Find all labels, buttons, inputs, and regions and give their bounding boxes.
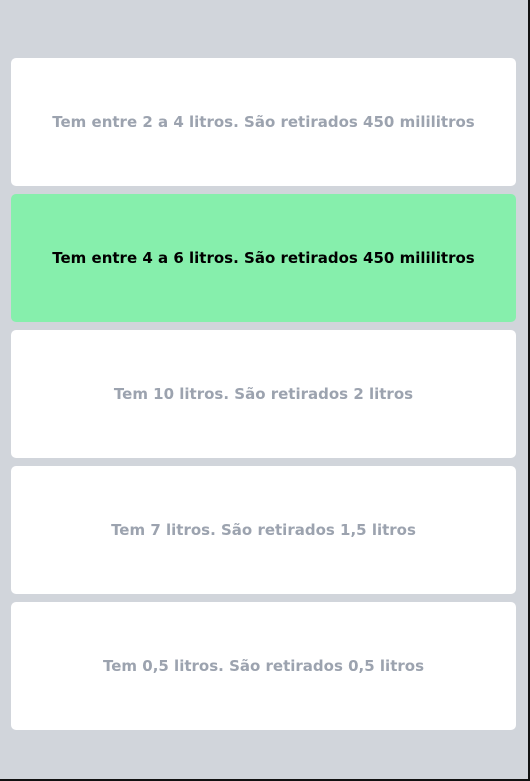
answer-option-4[interactable]: Tem 7 litros. São retirados 1,5 litros xyxy=(11,466,516,594)
answer-option-3[interactable]: Tem 10 litros. São retirados 2 litros xyxy=(11,330,516,458)
answer-option-5[interactable]: Tem 0,5 litros. São retirados 0,5 litros xyxy=(11,602,516,730)
answer-option-1[interactable]: Tem entre 2 a 4 litros. São retirados 45… xyxy=(11,58,516,186)
answer-option-label: Tem 0,5 litros. São retirados 0,5 litros xyxy=(103,657,424,675)
answer-option-label: Tem 10 litros. São retirados 2 litros xyxy=(113,385,414,403)
answer-option-label: Tem entre 2 a 4 litros. São retirados 45… xyxy=(52,113,475,131)
answer-option-label: Tem 7 litros. São retirados 1,5 litros xyxy=(111,521,416,539)
answer-options-list: Tem entre 2 a 4 litros. São retirados 45… xyxy=(11,58,516,738)
answer-option-2[interactable]: Tem entre 4 a 6 litros. São retirados 45… xyxy=(11,194,516,322)
answer-option-label: Tem entre 4 a 6 litros. São retirados 45… xyxy=(52,249,475,267)
